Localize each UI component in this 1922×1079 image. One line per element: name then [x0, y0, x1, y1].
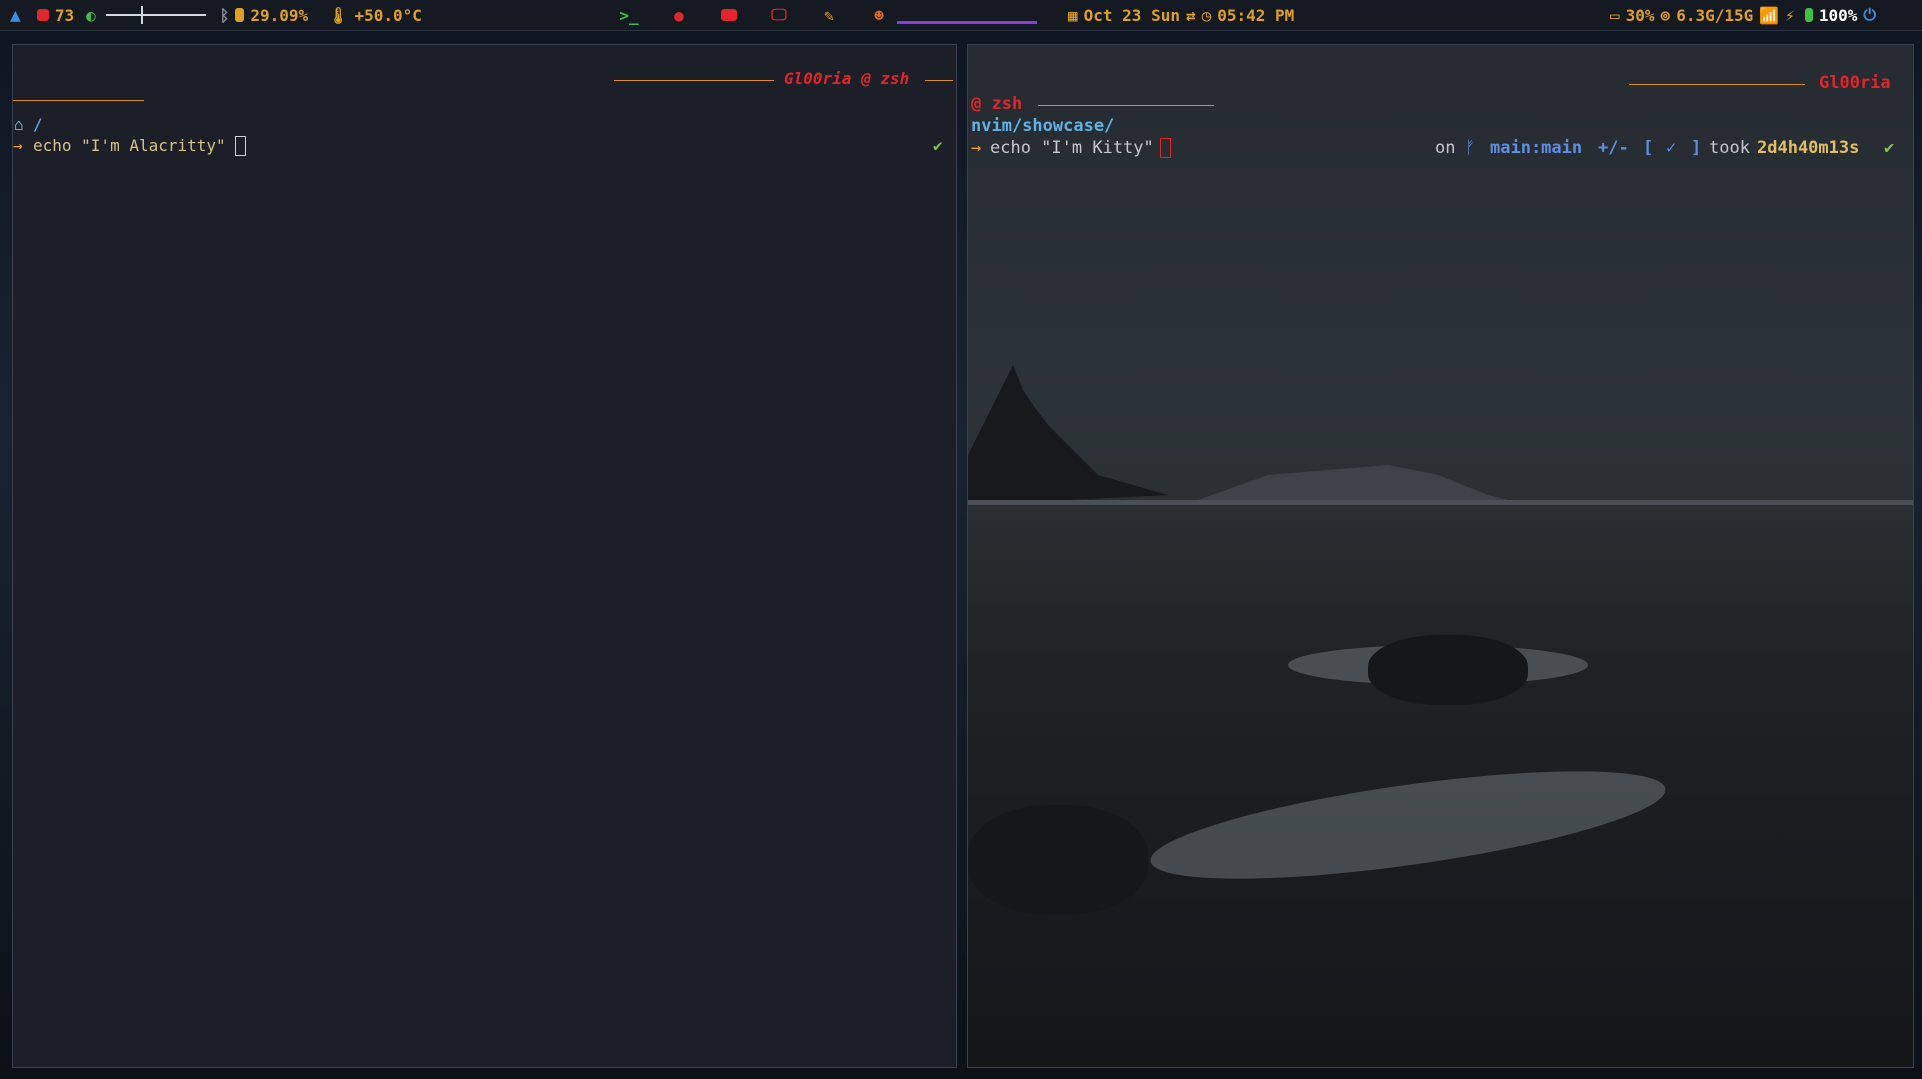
- git-changes: +/-: [1598, 138, 1629, 158]
- app-launchers: >_ ● 🖵 ✎ ☻: [604, 0, 904, 30]
- battery-value: 100%: [1818, 5, 1858, 25]
- bracket-open: [: [1643, 138, 1654, 158]
- time-label[interactable]: 05:42 PM: [1217, 6, 1294, 25]
- active-workspace-indicator: [897, 21, 1037, 24]
- alacritty-terminal[interactable]: Gl00ria @ zsh ⌂ / → echo "I'm Alacritty"…: [12, 44, 957, 1068]
- disk-icon: ▭: [1610, 5, 1620, 25]
- power-icon[interactable]: ⏻: [1863, 5, 1876, 25]
- shell-rule: [1038, 105, 1214, 106]
- swap-icon: ⇄: [1185, 5, 1196, 25]
- cwd-path: /: [33, 115, 43, 134]
- memory-value: 6.3G/15G: [1676, 5, 1754, 25]
- memory-icon: ⊚: [1660, 5, 1671, 25]
- wifi-icon[interactable]: 📶: [1759, 6, 1779, 25]
- terminal-shell: @ zsh: [971, 94, 1023, 114]
- rock-large: [1368, 635, 1528, 705]
- calendar-icon: ▦: [1068, 5, 1078, 25]
- volume-icon: ◐: [86, 5, 96, 25]
- header-rule-right: [925, 80, 953, 81]
- plug-icon: ⚡: [1785, 5, 1795, 25]
- arch-logo-icon[interactable]: ▲: [10, 5, 21, 26]
- firefox-icon[interactable]: ●: [654, 6, 704, 25]
- prompt-arrow-icon: →: [13, 136, 23, 155]
- took-label: took: [1709, 138, 1750, 158]
- water-stream: [1144, 749, 1672, 901]
- status-bar: ▲ 73 ◐ ᛒ 29.09% 🌡 +50.0°C >_ ● 🖵 ✎ ☻ ▦ O…: [0, 0, 1922, 31]
- cwd-path: nvim/showcase/: [971, 116, 1115, 136]
- rock-foreground: [968, 805, 1148, 915]
- youtube-icon[interactable]: [704, 9, 754, 21]
- clock-icon: ◷: [1201, 5, 1212, 25]
- volume-slider[interactable]: [105, 6, 206, 24]
- header-rule: [1629, 84, 1805, 85]
- terminal-header: Gl00ria @ zsh: [784, 69, 910, 88]
- bracket-close: ]: [1691, 138, 1702, 158]
- pencil-icon[interactable]: ✎: [804, 6, 854, 25]
- terminal-icon[interactable]: >_: [604, 6, 654, 25]
- git-on-label: on: [1435, 138, 1456, 158]
- bar-left: ▲ 73 ◐ ᛒ 29.09% 🌡 +50.0°C: [10, 0, 422, 30]
- disk-value: 30%: [1625, 5, 1655, 25]
- storage-icon: [235, 8, 245, 22]
- header-rule-left: [614, 80, 774, 81]
- prompt-arrow-icon: →: [971, 138, 982, 158]
- git-branch-icon: ᚠ: [1465, 138, 1476, 158]
- git-clean-icon: ✓: [1666, 138, 1677, 158]
- kitty-terminal[interactable]: Gl00ria @ zsh nvim/showcase/ → echo "I'm…: [967, 44, 1914, 1068]
- date-label[interactable]: Oct 23 Sun: [1084, 6, 1180, 25]
- bar-right: ▭ 30% ⊚ 6.3G/15G 📶 ⚡ 100% ⏻: [1610, 0, 1876, 30]
- home-icon: ⌂: [14, 115, 24, 134]
- cpu-value: 73: [54, 5, 75, 25]
- monitor-icon[interactable]: 🖵: [754, 5, 804, 25]
- storage-value: 29.09%: [250, 5, 309, 25]
- success-check-icon: ✔: [933, 136, 943, 155]
- battery-icon: [1804, 8, 1813, 22]
- prompt-rule-left: [13, 100, 144, 101]
- cursor: [235, 136, 246, 156]
- cursor: [1160, 138, 1171, 159]
- terminal-user: Gl00ria: [1819, 73, 1891, 93]
- bluetooth-icon[interactable]: ᛒ: [220, 6, 230, 25]
- mountain-wallpaper: [968, 365, 1913, 505]
- command-duration: 2d4h40m13s: [1757, 138, 1860, 158]
- command-text[interactable]: echo "I'm Kitty": [990, 138, 1154, 158]
- cpu-icon: [36, 9, 49, 21]
- command-text[interactable]: echo "I'm Alacritty": [33, 136, 226, 155]
- temperature-value: +50.0°C: [354, 5, 422, 25]
- volume-slider-knob[interactable]: [140, 6, 143, 24]
- clock-area: ▦ Oct 23 Sun ⇄ ◷ 05:42 PM: [1068, 0, 1294, 30]
- git-branch: main:main: [1490, 138, 1583, 158]
- thermometer-icon: 🌡: [328, 5, 349, 25]
- success-check-icon: ✔: [1884, 138, 1895, 158]
